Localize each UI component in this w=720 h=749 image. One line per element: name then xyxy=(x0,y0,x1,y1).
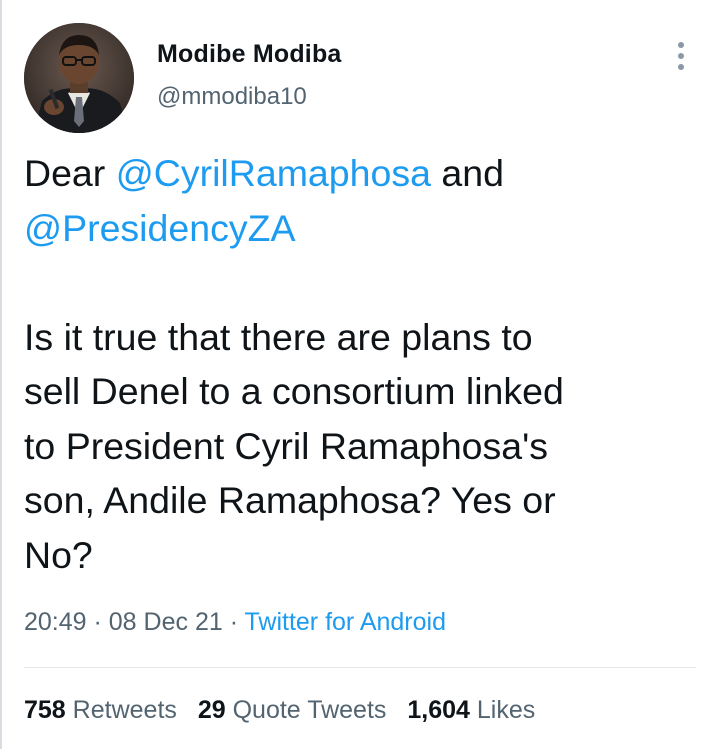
tweet-detail: Modibe Modiba @mmodiba10 Dear @CyrilRama… xyxy=(0,0,720,749)
dot xyxy=(678,64,684,70)
separator: · xyxy=(222,608,245,636)
likes-count: 1,604 xyxy=(407,696,470,724)
tweet-source-link[interactable]: Twitter for Android xyxy=(245,608,446,636)
display-name[interactable]: Modibe Modiba xyxy=(157,40,342,69)
user-handle[interactable]: @mmodiba10 xyxy=(157,83,307,111)
more-options-icon[interactable] xyxy=(672,40,692,72)
dot xyxy=(678,42,684,48)
avatar[interactable] xyxy=(24,23,134,133)
text-fragment: Dear xyxy=(24,152,116,194)
tweet-body-line: No? xyxy=(24,533,93,576)
retweets-stat[interactable]: 758 Retweets xyxy=(24,696,177,724)
likes-stat[interactable]: 1,604 Likes xyxy=(407,696,535,724)
quote-tweets-stat[interactable]: 29 Quote Tweets xyxy=(198,696,387,724)
retweets-label: Retweets xyxy=(72,696,177,724)
tweet-body-line: to President Cyril Ramaphosa's xyxy=(24,424,549,467)
tweet-date[interactable]: 08 Dec 21 xyxy=(109,608,223,636)
quote-tweets-label: Quote Tweets xyxy=(232,696,387,724)
tweet-metadata: 20:49 · 08 Dec 21 · Twitter for Android xyxy=(24,608,446,637)
tweet-time[interactable]: 20:49 xyxy=(24,608,87,636)
mention-link[interactable]: @CyrilRamaphosa xyxy=(116,152,431,194)
likes-label: Likes xyxy=(476,696,536,724)
avatar-photo xyxy=(24,23,134,133)
tweet-body-line: sell Denel to a consortium linked xyxy=(24,370,564,412)
tweet-text: Dear @CyrilRamaphosa and @PresidencyZA I… xyxy=(24,146,704,582)
tweet-body-line: son, Andile Ramaphosa? Yes or xyxy=(24,479,556,521)
left-border xyxy=(0,0,2,749)
engagement-stats: 758 Retweets 29 Quote Tweets 1,604 Likes xyxy=(24,696,535,725)
dot xyxy=(678,53,684,59)
tweet-line-2: @PresidencyZA xyxy=(24,201,704,256)
tweet-body-line: Is it true that there are plans to xyxy=(24,315,533,358)
tweet-line-1: Dear @CyrilRamaphosa and xyxy=(24,146,704,201)
divider xyxy=(24,667,696,668)
separator: · xyxy=(86,608,109,636)
text-fragment: and xyxy=(430,152,504,194)
mention-link[interactable]: @PresidencyZA xyxy=(24,207,296,249)
quote-tweets-count: 29 xyxy=(197,696,226,724)
retweets-count: 758 xyxy=(24,696,66,724)
